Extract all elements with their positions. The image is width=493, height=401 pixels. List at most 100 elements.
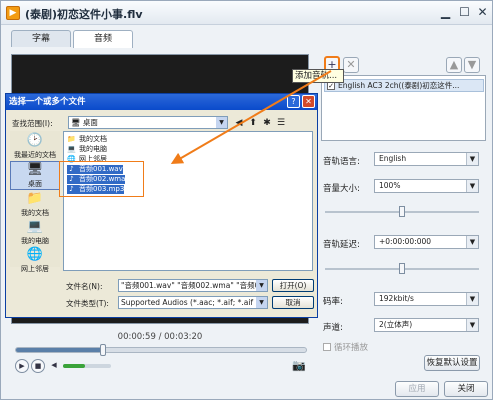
track-volume-slider[interactable] (325, 206, 479, 217)
filename-value: "音频001.wav" "音频002.wma" "音频003.m (121, 281, 268, 290)
filetype-value: Supported Audios (*.aac; *.aif; *.aif (121, 298, 254, 307)
documents-icon: 📁 (26, 191, 44, 206)
seek-bar[interactable] (15, 344, 307, 356)
folder-icon: 🖥 (71, 118, 81, 127)
audio-track-item[interactable]: ✓ English AC3 2ch((泰剧)初恋这件... (324, 79, 484, 92)
back-icon[interactable]: ◀ (234, 118, 244, 128)
up-folder-icon[interactable]: ⬆ (248, 118, 258, 128)
loop-label: 循环播放 (334, 343, 369, 353)
bitrate-label: 码率: (323, 297, 343, 307)
volume-icon[interactable]: ◀ (47, 359, 61, 373)
place-my-documents[interactable]: 📁 我的文档 (10, 191, 60, 218)
time-display: 00:00:59 / 00:03:20 (11, 332, 309, 344)
lookin-value: 桌面 (82, 118, 98, 127)
file-open-dialog: 选择一个或多个文件 ? ✕ 查找范围(I): 🖥 桌面 ▼ ◀ ⬆ ✱ ☰ 🕑 … (5, 93, 318, 318)
volume-value: 100% (379, 181, 401, 190)
chevron-down-icon: ▼ (256, 297, 267, 308)
audio-track-list[interactable]: ✓ English AC3 2ch((泰剧)初恋这件... (321, 75, 486, 141)
file-item[interactable]: 💻 我的电脑 (67, 145, 107, 154)
track-checkbox[interactable]: ✓ (327, 82, 335, 90)
app-icon: ▶ (6, 6, 20, 20)
network-icon: 🌐 (26, 247, 44, 262)
place-label: 我的文档 (21, 209, 49, 217)
loop-playback-checkbox[interactable]: 循环播放 (323, 341, 368, 353)
dialog-title: 选择一个或多个文件 (6, 94, 317, 110)
volume-label: 音量大小: (323, 184, 360, 194)
title-bar[interactable]: ▶ (泰剧)初恋这件小事.flv ▁ ☐ ✕ (1, 1, 492, 25)
stop-button[interactable]: ■ (31, 359, 45, 373)
seek-progress (16, 348, 103, 352)
language-value: English (379, 154, 407, 163)
delay-value: +0:00:00:000 (379, 237, 432, 246)
chevron-down-icon: ▼ (216, 117, 227, 128)
camera-icon[interactable]: 📷 (289, 359, 309, 373)
lookin-select[interactable]: 🖥 桌面 ▼ (68, 116, 228, 129)
move-down-button[interactable]: ▼ (464, 57, 480, 73)
folder-icon: 📁 (67, 135, 76, 143)
filename-input[interactable]: "音频001.wav" "音频002.wma" "音频003.m ▼ (118, 279, 268, 292)
place-label: 桌面 (28, 180, 42, 188)
tab-bar: 字幕 音频 (7, 30, 312, 48)
computer-icon: 💻 (26, 219, 44, 234)
file-list[interactable]: 📁 我的文档 💻 我的电脑 🌐 网上邻居 ♪ 音频001.wav ♪ 音频002… (63, 131, 313, 271)
track-delay-slider[interactable] (325, 263, 479, 274)
volume-slider[interactable] (63, 364, 111, 368)
channel-select[interactable]: 2(立体声) ▼ (374, 318, 479, 332)
delay-field[interactable]: +0:00:00:000 ▼ (374, 235, 479, 249)
reset-defaults-button[interactable]: 恢复默认设置 (424, 355, 480, 371)
chevron-down-icon: ▼ (466, 319, 478, 331)
volume-select[interactable]: 100% ▼ (374, 179, 479, 193)
current-time: 00:00:59 (117, 332, 156, 342)
total-time: 00:03:20 (164, 332, 203, 342)
maximize-button[interactable]: ☐ (456, 4, 473, 21)
filename-label: 文件名(N): (66, 282, 103, 291)
new-folder-icon[interactable]: ✱ (262, 118, 272, 128)
language-select[interactable]: English ▼ (374, 152, 479, 166)
filetype-select[interactable]: Supported Audios (*.aac; *.aif; *.aif ▼ (118, 296, 268, 309)
help-button[interactable]: ? (287, 95, 300, 108)
place-desktop[interactable]: 🖥 桌面 (10, 161, 60, 190)
chevron-down-icon: ▼ (466, 236, 478, 248)
play-button[interactable]: ▶ (15, 359, 29, 373)
open-button[interactable]: 打开(O) (272, 279, 314, 292)
chevron-down-icon: ▼ (466, 153, 478, 165)
delay-label: 音轨延迟: (323, 240, 360, 250)
cancel-button[interactable]: 取消 (272, 296, 314, 309)
place-label: 我的电脑 (21, 237, 49, 245)
place-network[interactable]: 🌐 网上邻居 (10, 247, 60, 274)
recent-icon: 🕑 (26, 133, 44, 148)
track-item-label: English AC3 2ch((泰剧)初恋这件... (338, 81, 460, 90)
file-name: 我的文档 (79, 135, 107, 143)
bitrate-value: 192kbit/s (379, 294, 414, 303)
close-button[interactable]: ✕ (474, 4, 491, 21)
desktop-icon: 🖥 (26, 162, 44, 177)
tab-audio[interactable]: 音频 (73, 30, 133, 48)
loop-checkbox-box[interactable] (323, 343, 331, 351)
bitrate-select[interactable]: 192kbit/s ▼ (374, 292, 479, 306)
window-title: (泰剧)初恋这件小事.flv (25, 8, 143, 21)
file-name: 我的电脑 (79, 145, 107, 153)
place-my-computer[interactable]: 💻 我的电脑 (10, 219, 60, 246)
language-label: 音轨语言: (323, 157, 360, 167)
place-recent[interactable]: 🕑 我最近的文档 (10, 133, 60, 160)
minimize-button[interactable]: ▁ (437, 4, 454, 21)
move-up-button[interactable]: ▲ (446, 57, 462, 73)
chevron-down-icon: ▼ (466, 293, 478, 305)
apply-button[interactable]: 应用 (395, 381, 439, 397)
dialog-close-button[interactable]: ✕ (302, 95, 315, 108)
tab-subtitles[interactable]: 字幕 (11, 30, 71, 47)
place-label: 我最近的文档 (14, 151, 56, 159)
track-volume-handle[interactable] (399, 206, 405, 217)
close-panel-button[interactable]: 关闭 (444, 381, 488, 397)
selection-highlight-box (59, 161, 144, 197)
add-track-tooltip: 添加音轨... (292, 69, 344, 83)
computer-icon: 💻 (67, 145, 76, 153)
places-bar: 🕑 我最近的文档 🖥 桌面 📁 我的文档 💻 我的电脑 🌐 网上邻居 (10, 131, 60, 273)
track-delay-handle[interactable] (399, 263, 405, 274)
chevron-down-icon: ▼ (256, 280, 267, 291)
seek-handle[interactable] (100, 344, 106, 356)
remove-audio-track-button[interactable]: ✕ (343, 57, 359, 73)
view-menu-icon[interactable]: ☰ (276, 118, 286, 128)
file-item[interactable]: 📁 我的文档 (67, 135, 107, 144)
filetype-label: 文件类型(T): (66, 299, 109, 308)
